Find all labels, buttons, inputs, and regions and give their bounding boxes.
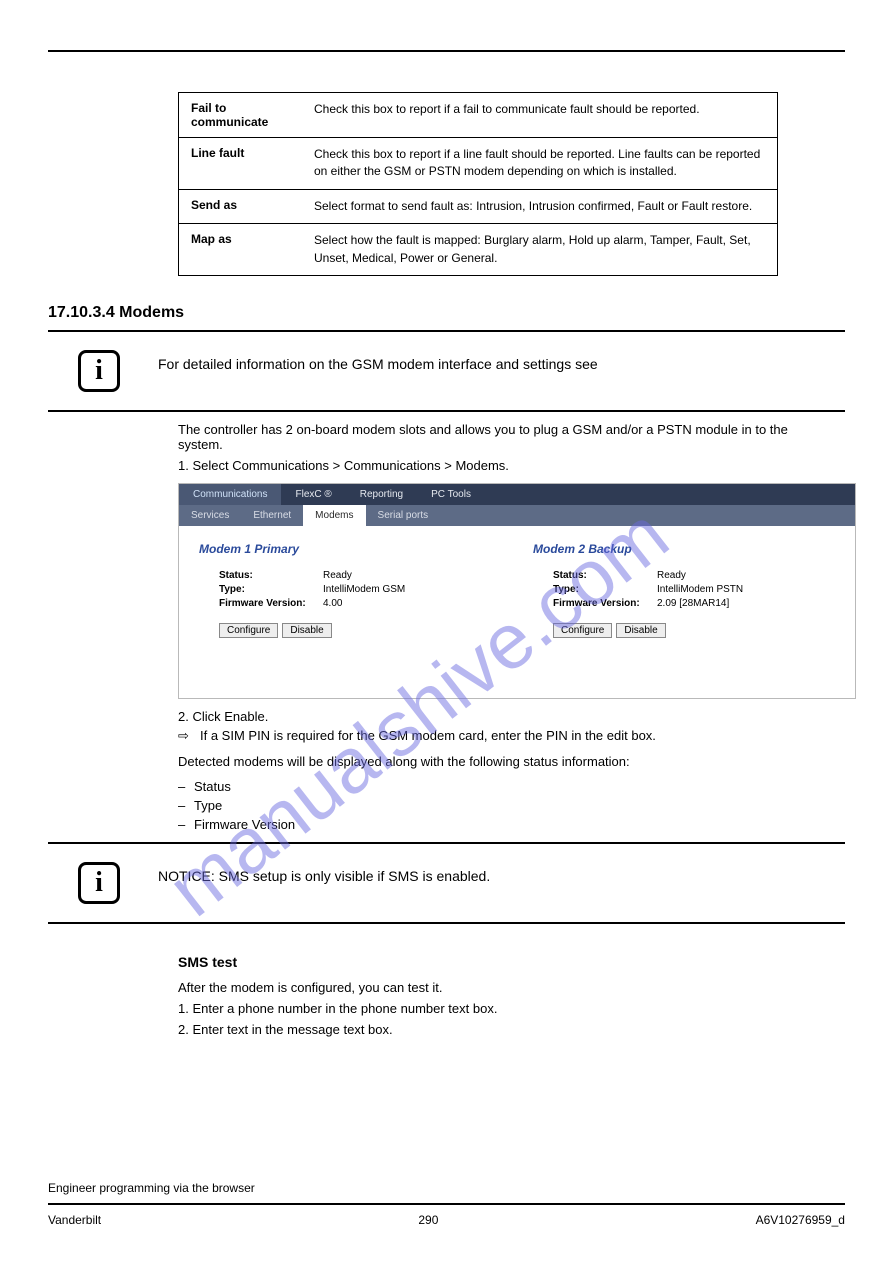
status-bullets: –Status –Type –Firmware Version bbox=[178, 779, 845, 832]
disable-button[interactable]: Disable bbox=[282, 623, 331, 638]
step-result-text: If a SIM PIN is required for the GSM mod… bbox=[200, 728, 656, 744]
firmware-label: Firmware Version: bbox=[553, 598, 657, 609]
status-value: Ready bbox=[657, 570, 686, 581]
body-paragraph: The controller has 2 on-board modem slot… bbox=[178, 422, 818, 452]
sms-test-heading: SMS test bbox=[178, 954, 845, 970]
firmware-value: 4.00 bbox=[323, 598, 342, 609]
tab-communications[interactable]: Communications bbox=[179, 484, 281, 505]
section-rule bbox=[48, 922, 845, 924]
def-term: Map as bbox=[179, 224, 314, 275]
def-desc: Check this box to report if a line fault… bbox=[314, 138, 777, 189]
definition-row: Line fault Check this box to report if a… bbox=[179, 138, 778, 190]
footer-doc-id: A6V10276959_d bbox=[756, 1213, 845, 1227]
step-1: 1. Select Communications > Communication… bbox=[178, 458, 845, 473]
def-desc: Select format to send fault as: Intrusio… bbox=[314, 190, 777, 223]
sms-test-paragraph: After the modem is configured, you can t… bbox=[178, 980, 818, 995]
type-value: IntelliModem GSM bbox=[323, 584, 405, 595]
tab-flexc[interactable]: FlexC ® bbox=[281, 484, 345, 505]
info-icon: i bbox=[78, 350, 120, 392]
subtab-serial-ports[interactable]: Serial ports bbox=[366, 505, 441, 526]
def-desc: Check this box to report if a fail to co… bbox=[314, 93, 777, 137]
bullet-item: Type bbox=[194, 798, 222, 813]
status-label: Status: bbox=[219, 570, 323, 581]
section-rule bbox=[48, 842, 845, 844]
footer-vendor: Vanderbilt bbox=[48, 1213, 101, 1227]
step-2: 2. Click Enable. bbox=[178, 709, 845, 724]
modem-backup-panel: Modem 2 Backup Status:Ready Type:Intelli… bbox=[517, 538, 851, 638]
def-term: Send as bbox=[179, 190, 314, 223]
subtab-ethernet[interactable]: Ethernet bbox=[241, 505, 303, 526]
tabbar-primary: Communications FlexC ® Reporting PC Tool… bbox=[179, 484, 855, 505]
def-desc: Select how the fault is mapped: Burglary… bbox=[314, 224, 777, 275]
sms-step-2: 2. Enter text in the message text box. bbox=[178, 1022, 845, 1037]
definition-row: Map as Select how the fault is mapped: B… bbox=[179, 224, 778, 276]
sms-step-1: 1. Enter a phone number in the phone num… bbox=[178, 1001, 845, 1016]
type-value: IntelliModem PSTN bbox=[657, 584, 743, 595]
subtab-modems[interactable]: Modems bbox=[303, 505, 365, 526]
tab-reporting[interactable]: Reporting bbox=[346, 484, 417, 505]
type-label: Type: bbox=[553, 584, 657, 595]
section-rule bbox=[48, 410, 845, 412]
bullet-item: Firmware Version bbox=[194, 817, 295, 832]
configure-button[interactable]: Configure bbox=[219, 623, 278, 638]
note-text: NOTICE: SMS setup is only visible if SMS… bbox=[158, 862, 490, 886]
bullet-item: Status bbox=[194, 779, 231, 794]
modem-title: Modem 1 Primary bbox=[199, 542, 505, 556]
section-rule bbox=[48, 330, 845, 332]
subtab-services[interactable]: Services bbox=[179, 505, 241, 526]
configure-button[interactable]: Configure bbox=[553, 623, 612, 638]
modems-screenshot: Communications FlexC ® Reporting PC Tool… bbox=[178, 483, 856, 699]
detected-text: Detected modems will be displayed along … bbox=[178, 754, 818, 769]
type-label: Type: bbox=[219, 584, 323, 595]
page-footer: Engineer programming via the browser Van… bbox=[48, 1181, 845, 1227]
section-heading-modems: 17.10.3.4 Modems bbox=[48, 304, 845, 322]
status-value: Ready bbox=[323, 570, 352, 581]
modem-primary-panel: Modem 1 Primary Status:Ready Type:Intell… bbox=[183, 538, 517, 638]
firmware-value: 2.09 [28MAR14] bbox=[657, 598, 729, 609]
modem-title: Modem 2 Backup bbox=[533, 542, 839, 556]
definitions-table: Fail to communicate Check this box to re… bbox=[178, 92, 778, 276]
tabbar-secondary: Services Ethernet Modems Serial ports bbox=[179, 505, 855, 526]
definition-row: Fail to communicate Check this box to re… bbox=[179, 93, 778, 138]
status-label: Status: bbox=[553, 570, 657, 581]
info-icon: i bbox=[78, 862, 120, 904]
footer-page-number: 290 bbox=[418, 1213, 438, 1227]
definition-row: Send as Select format to send fault as: … bbox=[179, 189, 778, 223]
note-text: For detailed information on the GSM mode… bbox=[158, 350, 598, 374]
firmware-label: Firmware Version: bbox=[219, 598, 323, 609]
tab-pc-tools[interactable]: PC Tools bbox=[417, 484, 485, 505]
def-term: Line fault bbox=[179, 138, 314, 189]
def-term: Fail to communicate bbox=[179, 93, 314, 137]
disable-button[interactable]: Disable bbox=[616, 623, 665, 638]
footer-breadcrumb: Engineer programming via the browser bbox=[48, 1181, 845, 1195]
